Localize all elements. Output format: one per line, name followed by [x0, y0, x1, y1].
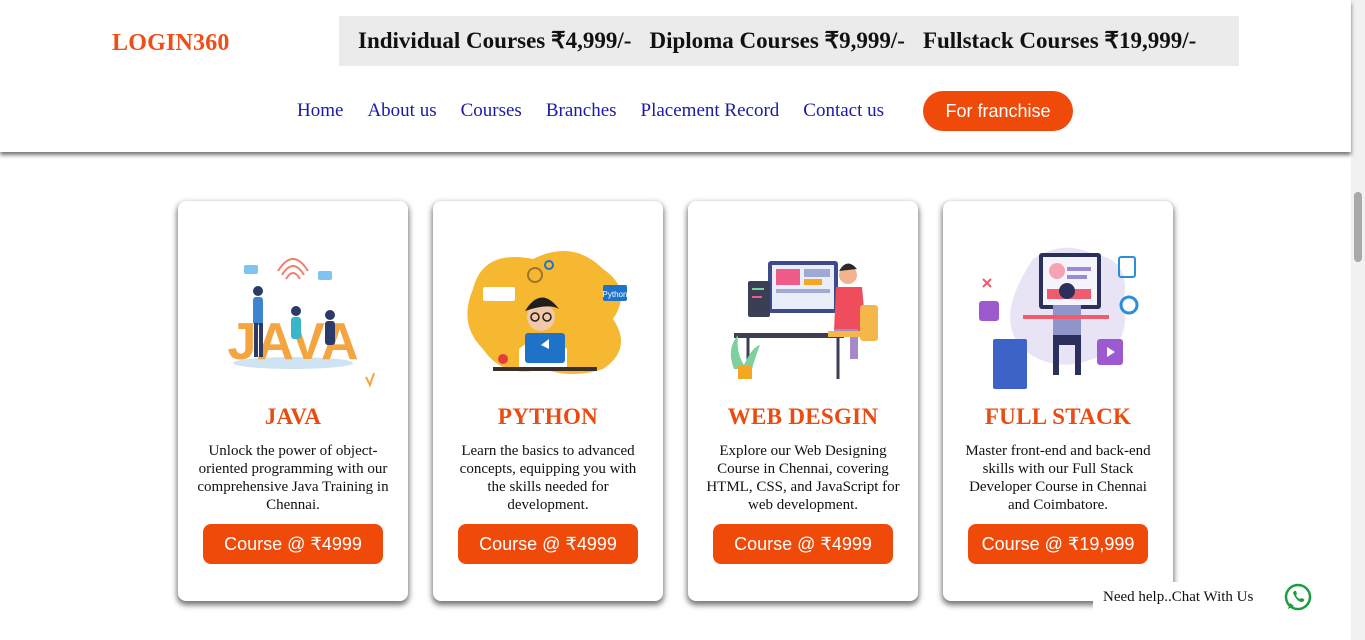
course-description: Master front-end and back-end skills wit…: [965, 443, 1151, 513]
whatsapp-icon[interactable]: [1283, 582, 1313, 612]
banner-fullstack-price: Fullstack Courses ₹19,999/-: [922, 28, 1197, 53]
site-header: LOGIN360 Individual Courses ₹4,999/- Dip…: [0, 0, 1351, 152]
java-illustration: JAVA: [228, 258, 375, 388]
banner-diploma-price: Diploma Courses ₹9,999/-: [649, 28, 905, 53]
course-title: WEB DESGIN: [727, 404, 879, 429]
scrollbar-thumb[interactable]: [1354, 192, 1362, 262]
main-nav: Home About us Courses Branches Placement…: [297, 100, 908, 122]
python-image-text: Python: [603, 290, 628, 299]
course-price-button[interactable]: Course @ ₹4999: [458, 524, 638, 564]
course-title: JAVA: [264, 404, 322, 429]
nav-placement-record[interactable]: Placement Record: [641, 100, 780, 122]
site-logo[interactable]: LOGIN360: [112, 30, 230, 57]
nav-branches[interactable]: Branches: [546, 100, 617, 122]
banner-individual-price: Individual Courses ₹4,999/-: [358, 28, 632, 53]
full-stack-illustration: [979, 247, 1139, 389]
course-description: Explore our Web Designing Course in Chen…: [706, 443, 900, 513]
web-design-illustration: [730, 261, 878, 379]
course-card-full-stack: FULL STACK Master front-end and back-end…: [943, 201, 1173, 601]
nav-contact-us[interactable]: Contact us: [803, 100, 884, 122]
course-card-web-design: WEB DESGIN Explore our Web Designing Cou…: [688, 201, 918, 601]
python-illustration: Python: [467, 251, 628, 374]
course-card-python: Python PYTHON Learn the basics to advanc…: [433, 201, 663, 601]
franchise-button[interactable]: For franchise: [923, 91, 1073, 131]
course-description: Learn the basics to advanced concepts, e…: [459, 443, 637, 513]
course-price-button[interactable]: Course @ ₹4999: [203, 524, 383, 564]
page-scrollbar[interactable]: [1351, 0, 1365, 640]
course-price-button[interactable]: Course @ ₹4999: [713, 524, 893, 564]
course-title: PYTHON: [497, 404, 599, 429]
chat-label[interactable]: Need help..Chat With Us: [1103, 589, 1253, 606]
nav-courses[interactable]: Courses: [461, 100, 522, 122]
course-title: FULL STACK: [984, 404, 1132, 429]
course-description: Unlock the power of object-oriented prog…: [197, 443, 389, 513]
nav-home[interactable]: Home: [297, 100, 343, 122]
course-price-button[interactable]: Course @ ₹19,999: [968, 524, 1148, 564]
nav-about-us[interactable]: About us: [367, 100, 436, 122]
chat-widget[interactable]: Need help..Chat With Us: [1093, 582, 1323, 612]
course-card-java: JAVA JAVA Unlock the power of object-ori…: [178, 201, 408, 601]
price-banner: Individual Courses ₹4,999/- Diploma Cour…: [339, 16, 1239, 66]
